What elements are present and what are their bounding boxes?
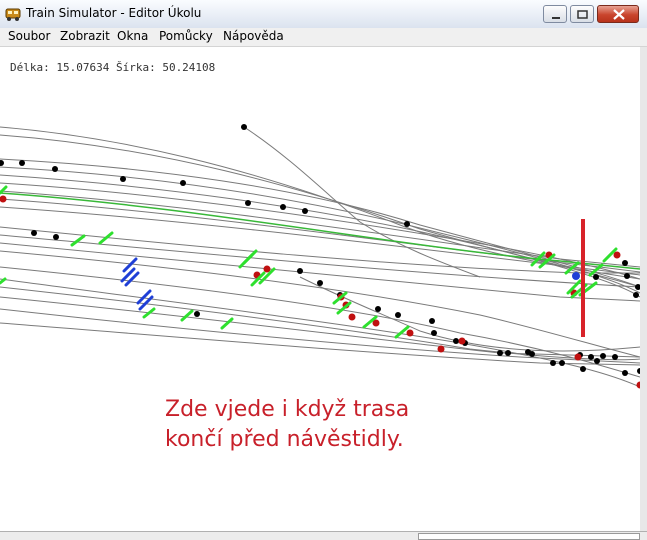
window-title: Train Simulator - Editor Úkolu — [26, 6, 202, 20]
menu-bar: Soubor Zobrazit Okna Pomůcky Nápověda — [0, 28, 647, 47]
menu-zobrazit[interactable]: Zobrazit — [60, 29, 110, 43]
track-lines — [0, 126, 640, 388]
map-canvas[interactable]: Délka: 15.07634 Šírka: 50.24108 Zde vjed… — [0, 47, 641, 531]
maximize-icon — [577, 10, 588, 19]
minimize-button[interactable] — [543, 5, 567, 23]
menu-okna[interactable]: Okna — [117, 29, 148, 43]
annotation-line-1: Zde vjede i když trasa — [165, 397, 410, 422]
menu-soubor[interactable]: Soubor — [8, 29, 50, 43]
maximize-button[interactable] — [570, 5, 594, 23]
menu-pomucky[interactable]: Pomůcky — [159, 29, 213, 43]
annotation-text: Zde vjede i když trasa končí před návěst… — [165, 395, 409, 455]
train-app-icon — [5, 8, 21, 21]
track-map[interactable] — [0, 47, 640, 531]
track-nodes — [0, 124, 640, 376]
minimize-icon — [552, 17, 560, 19]
menu-napoveda[interactable]: Nápověda — [223, 29, 284, 43]
signal-markers-green — [0, 185, 618, 339]
annotation-line-2: končí před návěstidly. — [165, 427, 404, 452]
close-button[interactable] — [597, 5, 639, 23]
signal-marker-blue — [572, 272, 580, 280]
title-bar[interactable]: Train Simulator - Editor Úkolu — [0, 0, 647, 29]
window-border-right — [640, 47, 647, 531]
close-icon — [613, 9, 625, 20]
